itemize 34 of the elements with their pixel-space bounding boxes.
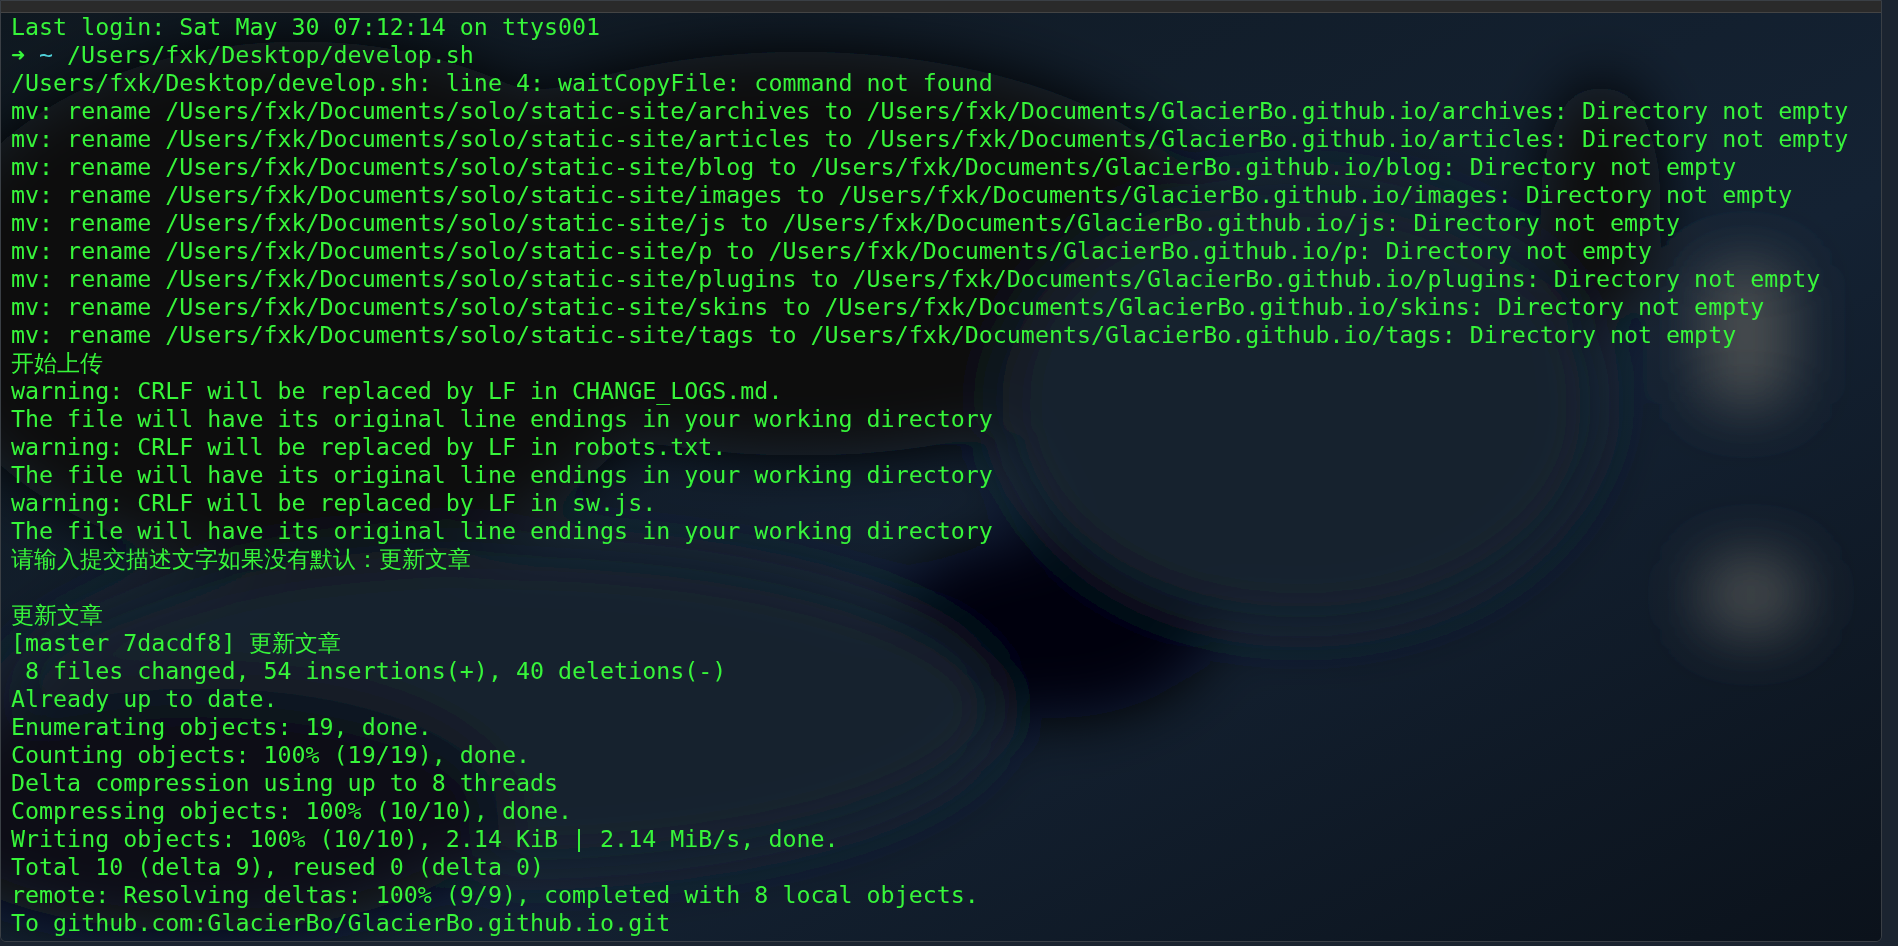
command-text: /Users/fxk/Desktop/develop.sh <box>67 41 474 69</box>
terminal-line: mv: rename /Users/fxk/Documents/solo/static-site/blog to /Users/fxk/Documents/GlacierBo.github.io/blog: Directory not empty <box>11 153 1737 180</box>
terminal-line: mv: rename /Users/fxk/Documents/solo/static-site/tags to /Users/fxk/Documents/GlacierBo.github.io/tags: Directory not empty <box>11 321 1737 348</box>
terminal-line: The file will have its original line endings in your working directory <box>11 405 993 432</box>
terminal-line: /Users/fxk/Desktop/develop.sh: line 4: waitCopyFile: command not found <box>11 69 993 96</box>
prompt-arrow: ➜ <box>11 41 26 69</box>
terminal-line: warning: CRLF will be replaced by LF in CHANGE_LOGS.md. <box>11 377 783 404</box>
terminal-line: mv: rename /Users/fxk/Documents/solo/static-site/skins to /Users/fxk/Documents/GlacierBo.github.io/skins: Directory not empty <box>11 293 1765 320</box>
terminal-line: To github.com:GlacierBo/GlacierBo.github.io.git <box>11 909 671 936</box>
terminal-line: Compressing objects: 100% (10/10), done. <box>11 797 573 824</box>
current-directory: ~ <box>39 41 54 69</box>
terminal-line: Delta compression using up to 8 threads <box>11 769 558 796</box>
terminal-line: 更新文章 <box>11 601 103 628</box>
terminal-line: Enumerating objects: 19, done. <box>11 713 432 740</box>
terminal-line: 请输入提交描述文字如果没有默认：更新文章 <box>11 545 471 572</box>
terminal-line: [master 7dacdf8] 更新文章 <box>11 629 342 656</box>
terminal-line: The file will have its original line endings in your working directory <box>11 517 993 544</box>
terminal-line: mv: rename /Users/fxk/Documents/solo/static-site/p to /Users/fxk/Documents/GlacierBo.github.io/p: Directory not empty <box>11 237 1653 264</box>
terminal-line: remote: Resolving deltas: 100% (9/9), completed with 8 local objects. <box>11 881 979 908</box>
terminal-line: Already up to date. <box>11 685 278 712</box>
terminal-line: Last login: Sat May 30 07:12:14 on ttys001 <box>11 13 601 40</box>
terminal-line: mv: rename /Users/fxk/Documents/solo/static-site/plugins to /Users/fxk/Documents/GlacierBo.github.io/plugins: Directory not empty <box>11 265 1821 292</box>
terminal-line: 8 files changed, 54 insertions(+), 40 deletions(-) <box>24 657 727 684</box>
terminal-line: mv: rename /Users/fxk/Documents/solo/static-site/js to /Users/fxk/Documents/GlacierBo.github.io/js: Directory not empty <box>11 209 1681 236</box>
terminal-line: mv: rename /Users/fxk/Documents/solo/static-site/articles to /Users/fxk/Documents/GlacierBo.github.io/articles: Directory not empty <box>11 125 1849 152</box>
terminal-line: mv: rename /Users/fxk/Documents/solo/static-site/archives to /Users/fxk/Documents/GlacierBo.github.io/archives: Directory not empty <box>11 97 1849 124</box>
terminal-line: Total 10 (delta 9), reused 0 (delta 0) <box>11 853 544 880</box>
terminal-line: mv: rename /Users/fxk/Documents/solo/static-site/images to /Users/fxk/Documents/GlacierBo.github.io/images: Directory not empty <box>11 181 1793 208</box>
terminal-line: warning: CRLF will be replaced by LF in robots.txt. <box>11 433 727 460</box>
terminal-line: 开始上传 <box>11 349 103 376</box>
terminal-line: warning: CRLF will be replaced by LF in sw.js. <box>11 489 657 516</box>
terminal-line: The file will have its original line endings in your working directory <box>11 461 993 488</box>
terminal-line: Writing objects: 100% (10/10), 2.14 KiB | 2.14 MiB/s, done. <box>11 825 839 852</box>
terminal-line: Counting objects: 100% (19/19), done. <box>11 741 530 768</box>
